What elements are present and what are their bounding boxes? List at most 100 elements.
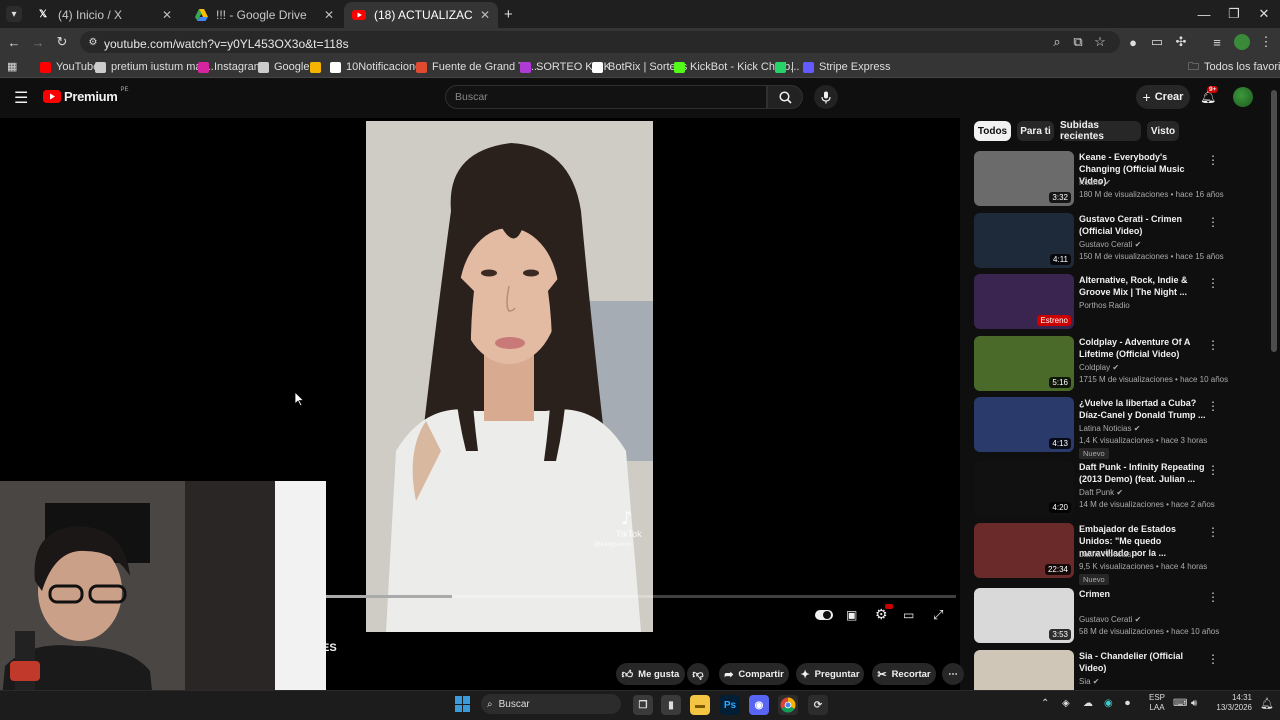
channel-row[interactable]: Porthos Radio	[1079, 301, 1130, 310]
bookmark-item[interactable]: YouTube	[40, 59, 99, 75]
tray-app-icon[interactable]: ◈	[1062, 698, 1070, 709]
video-frame[interactable]: ♪ TikTok @kangsukxx	[366, 121, 653, 632]
tab-google-drive[interactable]: !!! - Google Drive ✕	[186, 3, 342, 26]
channel-row[interactable]: Coldplay ✔	[1079, 363, 1119, 372]
channel-row[interactable]: Latina Noticias ✔	[1079, 424, 1140, 433]
recommendation-item[interactable]: 4:13 ¿Vuelve la libertad a Cuba? Díaz-Can…	[974, 397, 1264, 459]
more-options-icon[interactable]: ⋮	[1207, 153, 1219, 167]
clip-button[interactable]: ✂ Recortar	[872, 663, 936, 685]
youtube-premium-logo[interactable]: Premium PE	[43, 87, 129, 104]
forward-icon[interactable]: →	[29, 33, 47, 51]
media-control-icon[interactable]: ≡	[1208, 33, 1226, 51]
bookmark-item[interactable]: BotRix | Sorteos	[592, 59, 687, 75]
video-thumbnail[interactable]: 3:32	[974, 151, 1074, 206]
photoshop-icon[interactable]: Ps	[720, 695, 740, 715]
recommendation-item[interactable]: 3:53 Crimen Gustavo Cerati ✔ 58 M de visual…	[974, 588, 1264, 648]
app-icon[interactable]: ▮	[661, 695, 681, 715]
create-button[interactable]: + Crear	[1136, 85, 1190, 109]
recommendation-title[interactable]: Coldplay - Adventure Of A Lifetime (Offi…	[1079, 336, 1209, 360]
more-options-icon[interactable]: ⋮	[1207, 652, 1219, 666]
more-options-icon[interactable]: ⋮	[1207, 276, 1219, 290]
recommendation-item[interactable]: Estreno Alternative, Rock, Indie & Groove…	[974, 274, 1264, 334]
window-close-icon[interactable]: ✕	[1248, 0, 1280, 28]
chip-para-ti[interactable]: Para ti	[1017, 121, 1054, 141]
ask-button[interactable]: ✦ Preguntar	[796, 663, 864, 685]
chip-visto[interactable]: Visto	[1147, 121, 1179, 141]
recommendation-title[interactable]: Crimen	[1079, 588, 1209, 600]
reload-icon[interactable]: ↻	[53, 33, 71, 51]
bookmark-star-icon[interactable]: ☆	[1091, 33, 1109, 51]
profile-avatar[interactable]	[1234, 34, 1250, 50]
taskbar-search[interactable]: ⌕ Buscar	[481, 694, 621, 714]
bookmark-item[interactable]: 10Notificaciones	[330, 59, 427, 75]
fullscreen-icon[interactable]: ⤢	[933, 607, 943, 623]
video-thumbnail[interactable]: 5:16	[974, 336, 1074, 391]
more-actions-button[interactable]: ⋯	[942, 663, 964, 685]
recommendation-item[interactable]: 4:20 Daft Punk - Infinity Repeating (2013…	[974, 461, 1264, 521]
notification-center-icon[interactable]: 🔔︎	[1260, 697, 1274, 710]
bookmark-item[interactable]: pretium iustum mat...	[95, 59, 214, 75]
url-text[interactable]: youtube.com/watch?v=y0YL453OX3o&t=118s	[104, 37, 349, 51]
minimize-icon[interactable]: —	[1188, 0, 1220, 28]
recommendation-title[interactable]: ¿Vuelve la libertad a Cuba? Díaz-Canel y…	[1079, 397, 1209, 421]
site-info-icon[interactable]: ⚙	[86, 35, 100, 49]
close-icon[interactable]: ✕	[480, 8, 490, 22]
dislike-button[interactable]: 👎︎	[687, 663, 709, 685]
more-options-icon[interactable]: ⋮	[1207, 338, 1219, 352]
like-button[interactable]: 👍︎ Me gusta	[616, 663, 685, 685]
task-view-icon[interactable]: ❐	[633, 695, 653, 715]
close-icon[interactable]: ✕	[324, 8, 334, 22]
recommendation-item[interactable]: 5:16 Coldplay - Adventure Of A Lifetime (…	[974, 336, 1264, 396]
bookmark-item[interactable]: Stripe Express	[803, 59, 891, 75]
video-thumbnail[interactable]: 4:11	[974, 213, 1074, 268]
search-button[interactable]	[767, 85, 803, 109]
bookmark-item[interactable]: |	[775, 59, 794, 75]
more-options-icon[interactable]: ⋮	[1207, 463, 1219, 477]
tab-youtube[interactable]: (18) ACTUALIZACIÓN DE NUEVO ✕	[344, 2, 498, 28]
restore-icon[interactable]: ❐	[1218, 0, 1250, 28]
more-options-icon[interactable]: ⋮	[1207, 399, 1219, 413]
share-button[interactable]: ➦ Compartir	[719, 663, 789, 685]
recommendation-title[interactable]: Daft Punk - Infinity Repeating (2013 Dem…	[1079, 461, 1209, 485]
app-icon[interactable]: ⟳	[808, 695, 828, 715]
voice-search-button[interactable]	[814, 85, 838, 109]
video-thumbnail[interactable]: Estreno	[974, 274, 1074, 329]
more-options-icon[interactable]: ⋮	[1207, 215, 1219, 229]
autoplay-toggle[interactable]	[815, 610, 833, 620]
discord-icon[interactable]: ◉	[749, 695, 769, 715]
all-bookmarks[interactable]: 🗀 Todos los favoritos	[1188, 59, 1280, 75]
file-explorer-icon[interactable]: ▬	[690, 695, 710, 715]
recommendation-item[interactable]: 4:11 Gustavo Cerati - Crimen (Official Vi…	[974, 213, 1264, 273]
tray-app-icon[interactable]: ◉	[1104, 698, 1113, 709]
channel-row[interactable]: Latina Noticias ✔	[1079, 550, 1140, 559]
volume-icon[interactable]: 🔊︎	[1191, 698, 1197, 709]
recommendation-item[interactable]: 22:34 Embajador de Estados Unidos: "Me qu…	[974, 523, 1264, 585]
tab-x[interactable]: 𝕏 (4) Inicio / X ✕	[28, 3, 180, 26]
chip-todos[interactable]: Todos	[974, 121, 1011, 141]
more-menu-icon[interactable]: ⋮	[1257, 33, 1275, 51]
recommendation-title[interactable]: Alternative, Rock, Indie & Groove Mix | …	[1079, 274, 1209, 298]
video-progress-bar[interactable]	[326, 595, 956, 598]
avatar[interactable]	[1233, 87, 1253, 107]
apps-grid-icon[interactable]: ▦	[7, 60, 17, 73]
video-thumbnail[interactable]: 4:20	[974, 461, 1074, 516]
microphone-icon[interactable]: ⏺	[1125, 698, 1130, 709]
video-thumbnail[interactable]: 22:34	[974, 523, 1074, 578]
more-options-icon[interactable]: ⋮	[1207, 590, 1219, 604]
channel-row[interactable]: Gustavo Cerati ✔	[1079, 615, 1141, 624]
channel-row[interactable]: Gustavo Cerati ✔	[1079, 240, 1141, 249]
extensions-puzzle-icon[interactable]: ✣	[1172, 33, 1190, 51]
close-icon[interactable]: ✕	[162, 8, 172, 22]
hamburger-menu-icon[interactable]: ☰	[14, 88, 28, 108]
channel-row[interactable]: Daft Punk ✔	[1079, 488, 1123, 497]
chrome-icon[interactable]	[778, 695, 798, 715]
zoom-icon[interactable]: ⌕	[1048, 33, 1066, 51]
install-icon[interactable]: ⧉	[1069, 33, 1087, 51]
video-thumbnail[interactable]: 3:53	[974, 588, 1074, 643]
extension-icon[interactable]: ▭	[1148, 33, 1166, 51]
channel-row[interactable]: Sia ✔	[1079, 677, 1100, 686]
bookmark-item[interactable]	[310, 59, 321, 75]
input-language[interactable]: ESP LAA	[1149, 693, 1165, 713]
recommendation-title[interactable]: Gustavo Cerati - Crimen (Official Video)	[1079, 213, 1209, 237]
windows-start-icon[interactable]	[455, 696, 471, 712]
